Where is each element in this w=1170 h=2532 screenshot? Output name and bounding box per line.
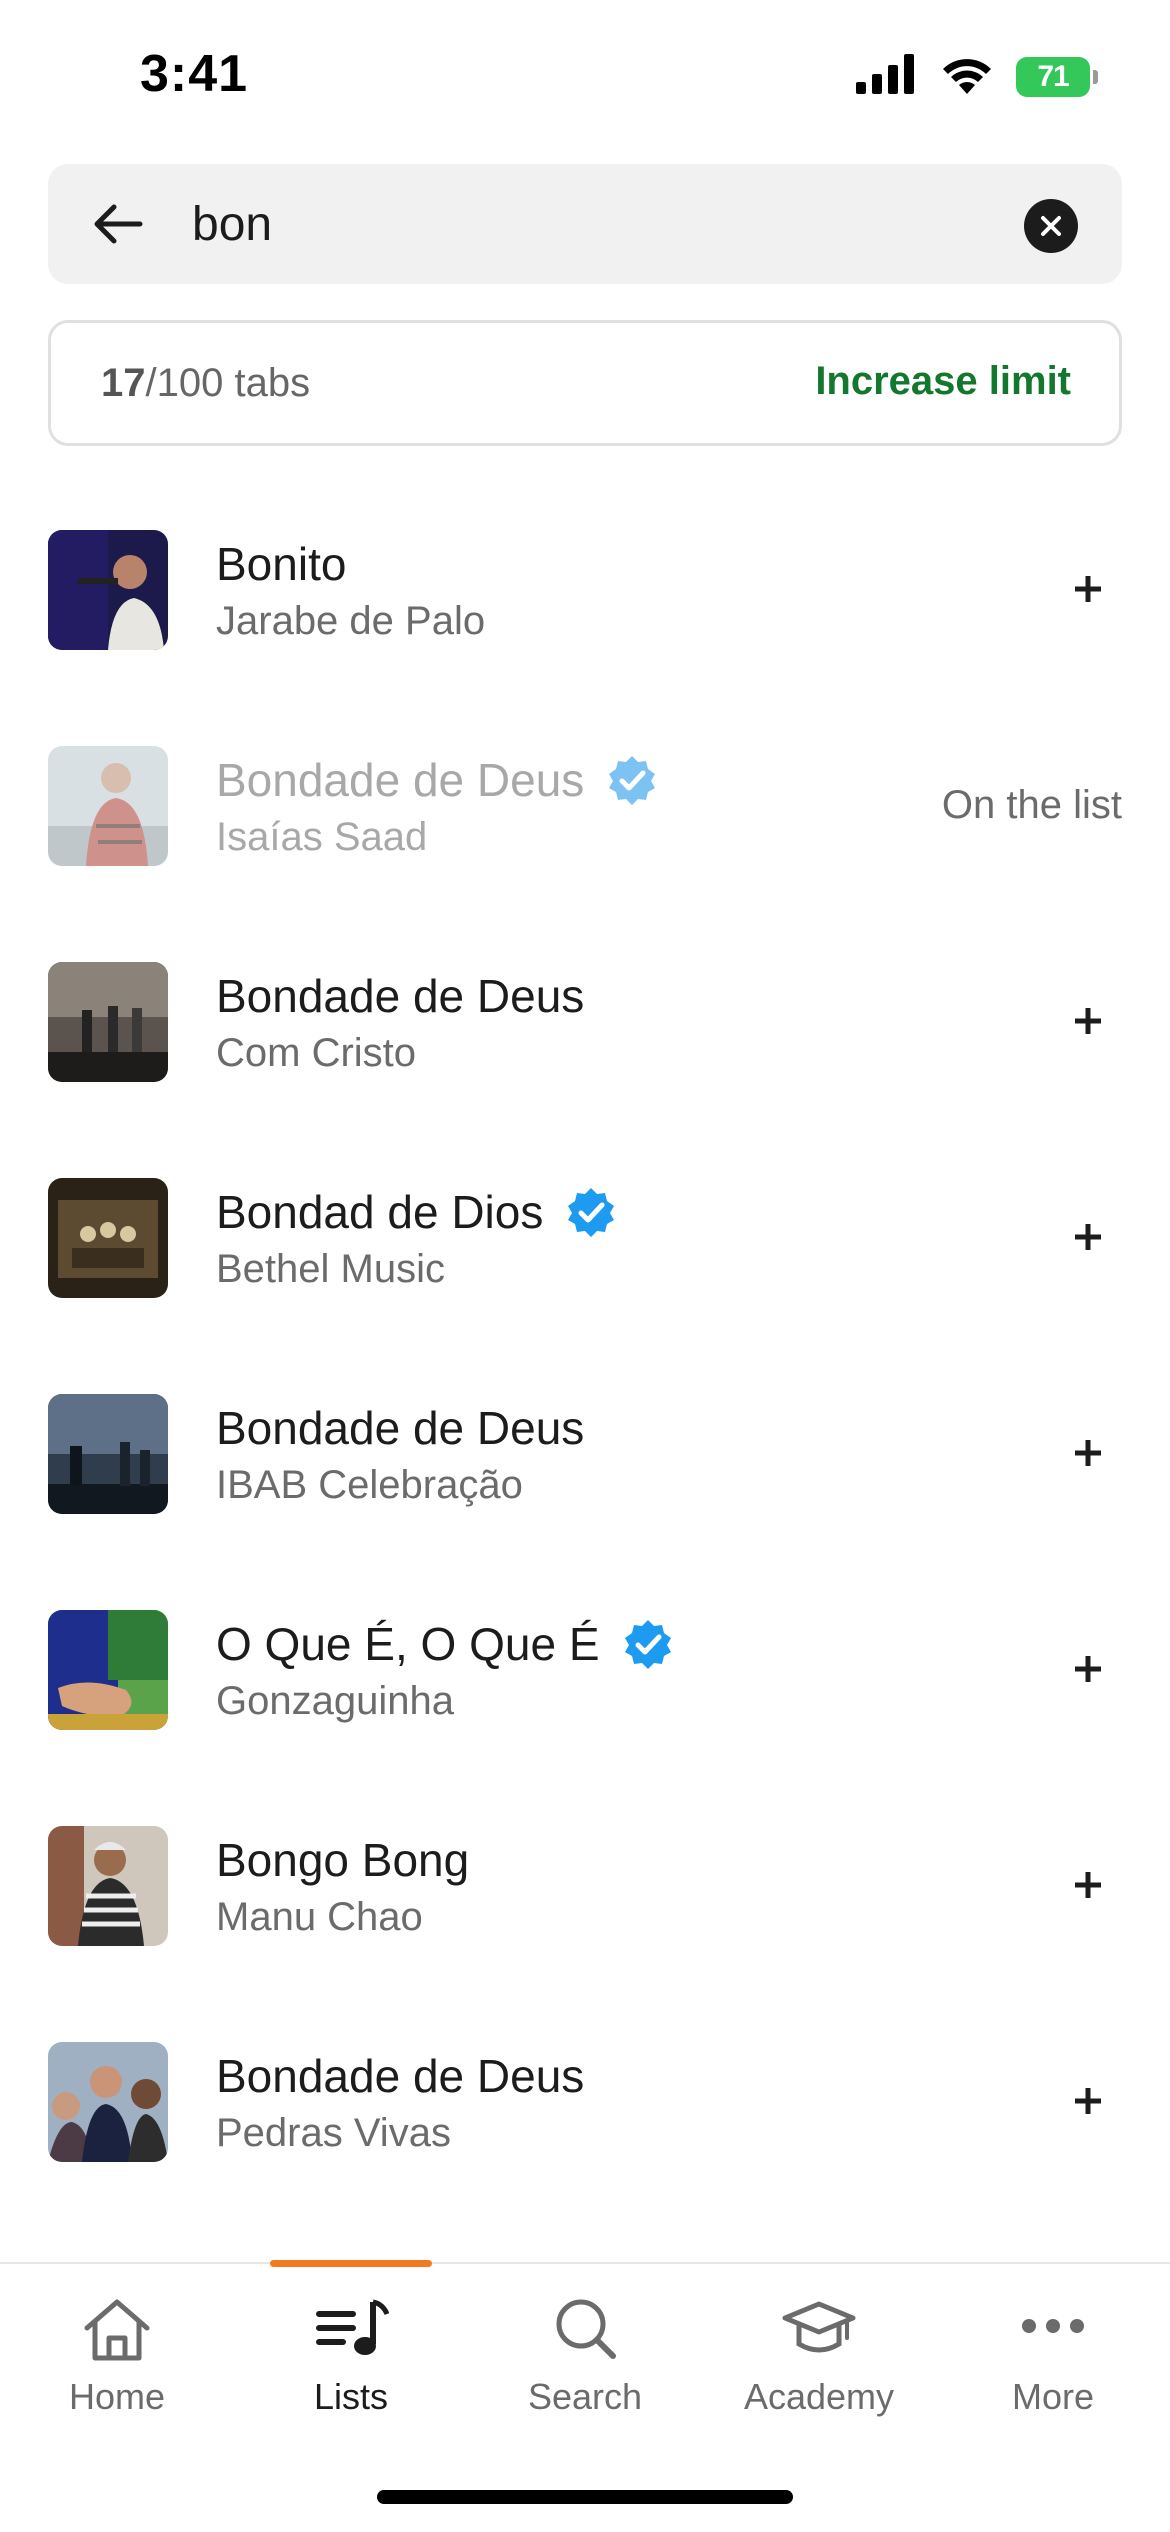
more-icon [1022, 2319, 1084, 2333]
verified-badge-icon [568, 1188, 615, 1237]
plus-icon [1075, 1872, 1101, 1898]
status-time: 3:41 [140, 45, 249, 103]
song-title: Bongo Bong [216, 1834, 470, 1886]
battery-level: 71 [1037, 59, 1069, 93]
verified-badge-icon [624, 1620, 671, 1669]
song-artist: Manu Chao [216, 1895, 423, 1939]
tab-label: Academy [743, 2376, 895, 2417]
clear-search-button[interactable] [1024, 199, 1078, 253]
battery-tip [1093, 69, 1098, 84]
song-artist: Com Cristo [216, 1031, 417, 1075]
back-arrow-icon[interactable] [88, 194, 148, 254]
plus-icon [1075, 1656, 1101, 1682]
tab-home[interactable]: Home [0, 2294, 234, 2434]
tab-search[interactable]: Search [468, 2294, 702, 2434]
home-indicator [377, 2490, 793, 2504]
search-bar [48, 164, 1122, 284]
close-icon [1041, 216, 1061, 236]
plus-icon [1075, 1440, 1101, 1466]
song-title: Bondade de Deus [216, 2050, 585, 2102]
song-artwork [48, 1178, 168, 1298]
plus-icon [1075, 2088, 1101, 2114]
song-artwork [48, 962, 168, 1082]
add-to-list-button[interactable] [1058, 559, 1118, 619]
battery-indicator: 71 [1016, 56, 1098, 97]
list-item[interactable]: Bondade de Deus IBAB Celebração [0, 1379, 1170, 1595]
app-screen: 3:41 71 bon 17/100 tabs Increase limit B… [0, 0, 1170, 2532]
song-title: Bondade de Deus [216, 970, 585, 1022]
active-tab-indicator [270, 2260, 432, 2267]
tab-limit-total: /100 tabs [145, 361, 311, 405]
status-indicators: 71 [856, 54, 1098, 99]
song-title: Bondad de Dios [216, 1185, 617, 1239]
song-artist: Jarabe de Palo [216, 599, 486, 643]
tab-label: Home [68, 2376, 166, 2417]
list-item[interactable]: Bondade de Deus Isaías Saad On the list [0, 731, 1170, 947]
song-artist: Isaías Saad [216, 815, 428, 859]
song-artist: Pedras Vivas [216, 2111, 451, 2155]
list-item[interactable]: Bondade de Deus Pedras Vivas [0, 2027, 1170, 2243]
song-artist: IBAB Celebração [216, 1463, 523, 1507]
search-icon [556, 2299, 616, 2359]
song-artwork [48, 746, 168, 866]
home-icon [84, 2299, 150, 2361]
plus-icon [1075, 1008, 1101, 1034]
cellular-signal-icon [856, 54, 918, 99]
on-list-status: On the list [941, 783, 1122, 827]
song-title: O Que É, O Que É [216, 1617, 674, 1671]
song-title: Bonito [216, 538, 347, 590]
song-artwork [48, 1826, 168, 1946]
list-item[interactable]: O Que É, O Que É Gonzaguinha [0, 1595, 1170, 1811]
tab-limit-count: 17/100 tabs [101, 361, 310, 406]
tab-label: Search [527, 2376, 643, 2417]
song-artist: Bethel Music [216, 1247, 445, 1291]
status-bar: 3:41 71 [0, 0, 1170, 150]
wifi-icon [940, 54, 994, 99]
song-artwork [48, 1394, 168, 1514]
add-to-list-button[interactable] [1058, 1423, 1118, 1483]
list-item[interactable]: Bonito Jarabe de Palo [0, 515, 1170, 731]
verified-badge-icon [609, 756, 656, 805]
song-artist: Gonzaguinha [216, 1679, 454, 1723]
list-item[interactable]: Bondad de Dios Bethel Music [0, 1163, 1170, 1379]
song-artwork [48, 1610, 168, 1730]
plus-icon [1075, 576, 1101, 602]
increase-limit-button[interactable]: Increase limit [815, 359, 1071, 404]
song-title: Bondade de Deus [216, 1402, 585, 1454]
add-to-list-button[interactable] [1058, 1207, 1118, 1267]
tab-limit-banner: 17/100 tabs Increase limit [48, 320, 1122, 446]
tab-label: More [1011, 2376, 1095, 2417]
tab-academy[interactable]: Academy [702, 2294, 936, 2434]
tab-label: Lists [313, 2376, 389, 2417]
search-results-list: Bonito Jarabe de Palo Bondade de Deus Is… [0, 515, 1170, 2243]
add-to-list-button[interactable] [1058, 1855, 1118, 1915]
lists-icon [316, 2299, 389, 2355]
tab-lists[interactable]: Lists [234, 2294, 468, 2434]
add-to-list-button[interactable] [1058, 1639, 1118, 1699]
song-artwork [48, 530, 168, 650]
list-item[interactable]: Bongo Bong Manu Chao [0, 1811, 1170, 2027]
tab-more[interactable]: More [936, 2294, 1170, 2434]
plus-icon [1075, 1224, 1101, 1250]
list-item[interactable]: Bondade de Deus Com Cristo [0, 947, 1170, 1163]
academy-icon [782, 2301, 856, 2353]
tab-count: 17 [101, 361, 146, 405]
add-to-list-button[interactable] [1058, 2071, 1118, 2131]
song-artwork [48, 2042, 168, 2162]
search-input[interactable] [192, 184, 1012, 264]
song-title: Bondade de Deus [216, 753, 658, 807]
add-to-list-button[interactable] [1058, 991, 1118, 1051]
